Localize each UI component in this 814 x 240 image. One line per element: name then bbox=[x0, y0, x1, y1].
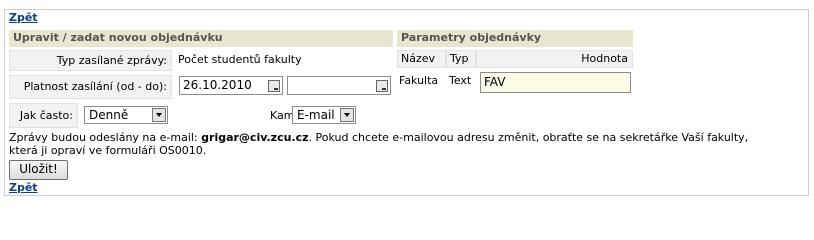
back-link-bottom[interactable]: Zpět bbox=[9, 181, 38, 194]
validity-label: Platnost zasílání (od - do): bbox=[9, 75, 172, 99]
back-link-top[interactable]: Zpět bbox=[9, 11, 38, 24]
param-type: Text bbox=[449, 74, 472, 87]
date-from-value: 26.10.2010 bbox=[183, 78, 252, 92]
params-col-value: Hodnota bbox=[476, 50, 633, 68]
params-section-header: Parametry objednávky bbox=[397, 30, 633, 47]
param-value-input[interactable]: FAV bbox=[480, 72, 631, 93]
message-type-label: Typ zasílané zprávy: bbox=[9, 50, 172, 71]
params-col-type: Typ bbox=[446, 50, 476, 68]
where-select[interactable]: E-mail bbox=[292, 106, 356, 124]
where-selected: E-mail bbox=[297, 108, 335, 122]
frequency-select[interactable]: Denně bbox=[84, 106, 168, 124]
calendar-from-icon[interactable] bbox=[268, 80, 280, 92]
calendar-to-icon[interactable] bbox=[376, 80, 388, 92]
save-button[interactable]: Uložit! bbox=[9, 160, 68, 180]
chevron-down-icon bbox=[152, 108, 166, 122]
message-type-value: Počet studentů fakulty bbox=[178, 53, 302, 66]
chevron-down-icon bbox=[340, 108, 354, 122]
params-col-name: Název bbox=[397, 50, 446, 68]
frequency-label: Jak často: bbox=[9, 103, 78, 128]
email-note-prefix: Zprávy budou odeslány na e-mail: bbox=[9, 131, 202, 144]
email-address: grigar@civ.zcu.cz bbox=[201, 131, 309, 144]
param-value: FAV bbox=[484, 75, 506, 89]
email-note-suffix: . Pokud chcete e-mailovou adresu změnit,… bbox=[308, 131, 749, 144]
email-note: Zprávy budou odeslány na e-mail: grigar@… bbox=[9, 131, 748, 144]
email-note-line2: která ji opraví ve formuláři OS0010. bbox=[9, 144, 207, 157]
edit-section-header: Upravit / zadat novou objednávku bbox=[9, 30, 393, 47]
param-name: Fakulta bbox=[399, 74, 439, 87]
frequency-selected: Denně bbox=[89, 108, 129, 122]
